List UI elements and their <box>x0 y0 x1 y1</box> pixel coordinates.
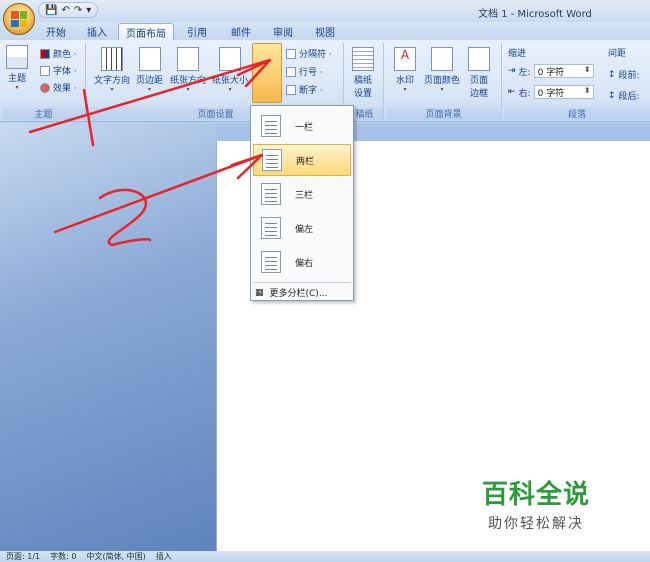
three-columns-icon <box>261 183 281 205</box>
tab-review[interactable]: 审阅 <box>264 23 302 40</box>
tab-home[interactable]: 开始 <box>36 23 76 40</box>
orientation-button[interactable]: 纸张方向 ▾ <box>170 47 206 93</box>
tab-page-layout[interactable]: 页面布局 <box>118 23 174 40</box>
status-page[interactable]: 页面: 1/1 <box>6 551 40 562</box>
orientation-icon <box>177 47 199 71</box>
page-background-group-label: 页面背景 <box>386 107 501 120</box>
status-language[interactable]: 中文(简体, 中国) <box>86 551 145 562</box>
hyphenation-icon <box>286 84 296 95</box>
page-background-group: A 水印 ▾ 页面颜色 ▾ 页面 边框 页面背景 <box>386 43 502 120</box>
title-bar: 💾 ↶ ↷ ▾ 文档 1 - Microsoft Word <box>0 0 650 35</box>
indent-right-row: ⇤ 右: 0 字符 <box>508 85 594 99</box>
spacing-after-icon: ↕ <box>608 90 616 101</box>
site-watermark: 百科全说 助你轻松解决 <box>482 474 590 533</box>
theme-colors-button[interactable]: 颜色 · <box>40 47 77 60</box>
paragraph-group-label: 段落 <box>504 107 650 120</box>
watermark-icon: A <box>394 47 416 71</box>
breaks-icon <box>286 48 296 59</box>
watermark-subtitle: 助你轻松解决 <box>488 516 584 532</box>
office-button[interactable] <box>3 3 35 35</box>
page-borders-button[interactable]: 页面 边框 <box>468 47 490 99</box>
document-left-band <box>0 123 216 551</box>
themes-icon <box>6 45 28 69</box>
two-columns-icon <box>262 149 282 171</box>
page-borders-icon <box>468 47 490 71</box>
columns-option-right[interactable]: 偏右 <box>253 246 351 278</box>
fonts-icon <box>40 65 50 76</box>
status-word-count[interactable]: 字数: 0 <box>50 551 76 562</box>
columns-dropdown: 一栏 两栏 三栏 偏左 偏右 ▦ 更多分栏(C)... <box>250 105 354 301</box>
margins-icon <box>138 47 161 71</box>
theme-effects-button[interactable]: 效果 · <box>40 81 77 94</box>
spacing-after-row[interactable]: ↕ 段后: <box>608 89 640 103</box>
indent-left-row: ⇥ 左: 0 字符 <box>508 64 594 78</box>
dropdown-separator <box>253 282 351 283</box>
spacing-before-row[interactable]: ↕ 段前: <box>608 68 640 82</box>
colors-icon <box>40 48 50 59</box>
manuscript-settings-button[interactable]: 稿纸 设置 <box>352 47 374 99</box>
breaks-button[interactable]: 分隔符 · <box>286 47 332 60</box>
line-numbers-icon <box>286 66 296 77</box>
page-color-icon <box>431 47 453 71</box>
spacing-before-icon: ↕ <box>608 69 616 80</box>
left-column-icon <box>261 217 281 239</box>
indent-left-input[interactable]: 0 字符 <box>533 64 594 78</box>
tab-references[interactable]: 引用 <box>178 23 216 40</box>
tab-insert[interactable]: 插入 <box>78 23 116 40</box>
undo-icon[interactable]: ↶ <box>61 5 69 16</box>
columns-option-three[interactable]: 三栏 <box>253 178 351 210</box>
save-icon[interactable]: 💾 <box>45 5 57 16</box>
status-bar: 页面: 1/1 字数: 0 中文(简体, 中国) 插入 <box>0 551 650 562</box>
columns-option-two[interactable]: 两栏 <box>253 144 351 176</box>
redo-icon[interactable]: ↷ <box>74 5 82 16</box>
indent-title: 缩进 <box>508 49 527 59</box>
watermark-button[interactable]: A 水印 ▾ <box>394 47 416 93</box>
indent-left-icon: ⇥ <box>508 66 516 76</box>
margins-button[interactable]: 页边距 ▾ <box>136 47 163 93</box>
theme-group-label: 主题 <box>2 107 85 120</box>
ribbon-tabs: 开始 插入 页面布局 引用 邮件 审阅 视图 <box>0 22 650 40</box>
customize-qat-icon[interactable]: ▾ <box>86 5 91 16</box>
size-button[interactable]: 纸张大小 ▾ <box>212 47 248 93</box>
columns-option-one[interactable]: 一栏 <box>253 110 351 142</box>
theme-fonts-button[interactable]: 字体 · <box>40 64 77 77</box>
office-logo-icon <box>11 11 27 27</box>
tab-view[interactable]: 视图 <box>306 23 344 40</box>
columns-option-left[interactable]: 偏左 <box>253 212 351 244</box>
size-icon <box>219 47 241 71</box>
watermark-title: 百科全说 <box>482 480 591 510</box>
text-direction-button[interactable]: 文字方向 ▾ <box>94 47 130 93</box>
more-columns-icon: ▦ <box>255 287 264 298</box>
columns-button-active[interactable] <box>252 43 282 103</box>
indent-right-icon: ⇤ <box>508 87 516 97</box>
page-color-button[interactable]: 页面颜色 ▾ <box>424 47 460 93</box>
hyphenation-button[interactable]: 断字 · <box>286 83 323 96</box>
indent-right-input[interactable]: 0 字符 <box>533 85 594 99</box>
status-insert-mode[interactable]: 插入 <box>156 551 172 562</box>
effects-icon <box>40 82 50 93</box>
more-columns-option[interactable]: ▦ 更多分栏(C)... <box>255 286 327 300</box>
tab-mailings[interactable]: 邮件 <box>222 23 260 40</box>
manuscript-icon <box>352 47 374 71</box>
spacing-title: 间距 <box>608 49 627 59</box>
text-direction-icon <box>101 47 123 71</box>
window-title: 文档 1 - Microsoft Word <box>478 9 592 20</box>
paragraph-group: 缩进 间距 ⇥ 左: 0 字符 ⇤ 右: 0 字符 ↕ 段前: ↕ 段后: 段落 <box>504 43 650 120</box>
one-column-icon <box>261 115 281 137</box>
quick-access-toolbar: 💾 ↶ ↷ ▾ <box>38 2 99 18</box>
right-column-icon <box>261 251 281 273</box>
line-numbers-button[interactable]: 行号 · <box>286 65 323 78</box>
themes-button[interactable]: 主题 ▾ <box>6 45 28 91</box>
theme-group: 主题 ▾ 颜色 · 字体 · 效果 · 主题 <box>2 43 86 120</box>
